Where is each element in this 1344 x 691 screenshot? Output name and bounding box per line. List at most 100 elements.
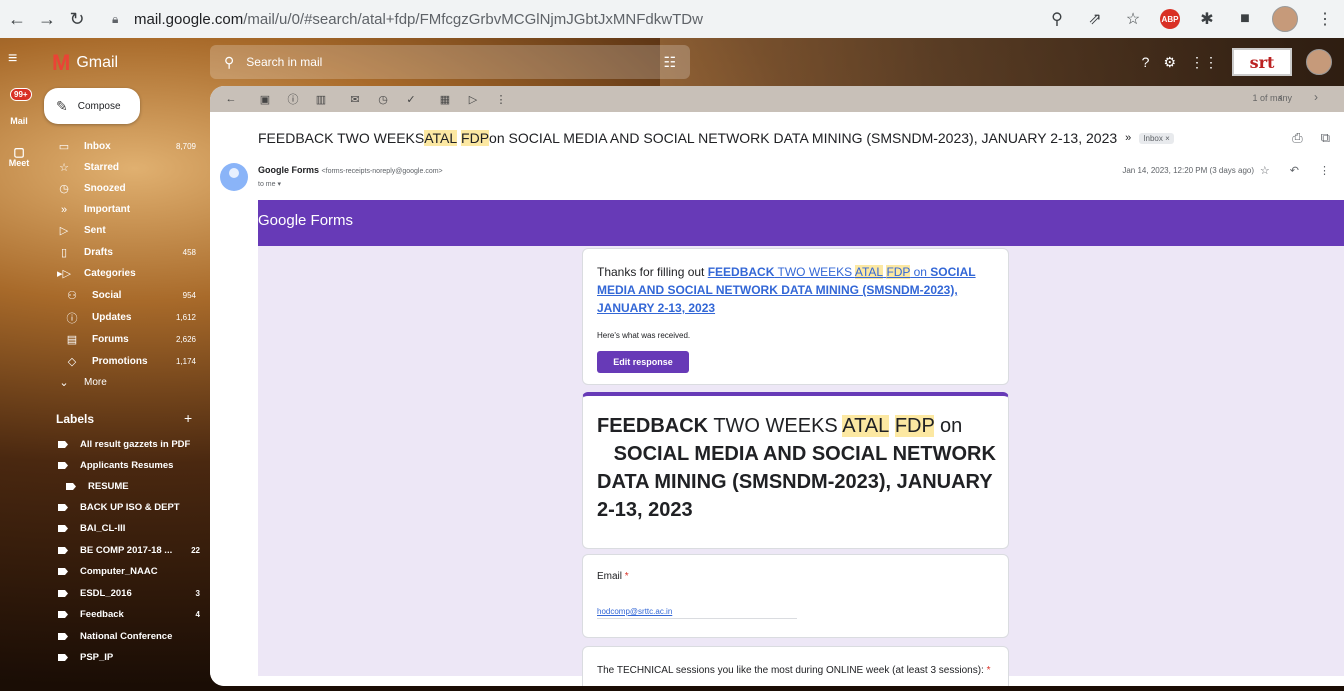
adblock-icon[interactable]: ABP (1160, 9, 1180, 29)
forward-icon[interactable]: → (34, 6, 60, 32)
print-icon[interactable]: ⎙ (1292, 130, 1302, 146)
rail-mail[interactable]: Mail (0, 116, 38, 126)
thanks-text: Thanks for filling out FEEDBACK TWO WEEK… (597, 263, 997, 317)
email-question-card: Email * hodcomp@srttc.ac.in (582, 554, 1009, 638)
add-label-icon[interactable]: + (184, 410, 192, 426)
zoom-icon[interactable]: ⚲ (1046, 8, 1068, 30)
sidebar-item-snoozed[interactable]: ◷ Snoozed (44, 178, 200, 199)
star-message-icon[interactable]: ☆ (1260, 164, 1270, 177)
sidebar-item-drafts[interactable]: ▯ Drafts 458 (44, 242, 200, 263)
meet-icon[interactable]: ▢ (0, 145, 38, 159)
add-task-icon[interactable]: ✓ (404, 93, 418, 106)
sidebar-item-promotions[interactable]: ◇ Promotions 1,174 (44, 351, 200, 372)
sidebar-item-count: 1,174 (175, 357, 196, 366)
sidebar-item-label: Snoozed (84, 183, 126, 194)
back-to-list-icon[interactable]: ← (224, 93, 238, 105)
label-item-count: 4 (195, 610, 200, 619)
google-forms-logo: Google Forms (258, 212, 354, 229)
required-mark: * (986, 665, 991, 676)
search-options-icon[interactable]: ☷ (663, 54, 676, 71)
people-icon: ⚇ (67, 290, 77, 302)
label-item[interactable]: All result gazzets in PDF (44, 434, 204, 455)
sidebar-item-inbox[interactable]: ▭ Inbox 8,709 (44, 136, 200, 157)
edit-response-button[interactable]: Edit response (597, 351, 689, 373)
delete-icon[interactable]: ▥ (314, 93, 328, 106)
main-menu-icon[interactable]: ≡ (8, 50, 17, 68)
email-subject: FEEDBACK TWO WEEKS ATAL FDP on SOCIAL ME… (258, 130, 1174, 146)
apps-grid-icon[interactable]: ⋮⋮ (1190, 54, 1218, 71)
org-logo[interactable]: srt (1232, 48, 1292, 76)
back-icon[interactable]: ← (4, 6, 30, 32)
sidebar-item-label: Inbox (84, 141, 111, 152)
menu-kebab-icon[interactable]: ⋮ (1314, 8, 1336, 30)
search-icon[interactable]: ⚲ (224, 54, 234, 71)
sidebar-item-important[interactable]: » Important (44, 199, 200, 220)
label-item[interactable]: Feedback 4 (44, 604, 204, 625)
open-new-window-icon[interactable]: ⧉ (1321, 130, 1330, 146)
settings-gear-icon[interactable]: ⚙ (1163, 54, 1176, 71)
sidebar-item-more[interactable]: ⌄ More (44, 372, 200, 393)
email-answer[interactable]: hodcomp@srttc.ac.in (597, 607, 797, 619)
label-item[interactable]: BE COMP 2017-18 ... 22 (44, 540, 204, 561)
mark-unread-icon[interactable]: ✉ (348, 93, 362, 106)
label-item-text: Feedback (80, 609, 124, 620)
important-marker-icon[interactable]: » (1125, 132, 1131, 144)
profile-avatar[interactable] (1272, 6, 1298, 32)
rail-meet[interactable]: Meet (0, 158, 38, 168)
sidebar-item-forums[interactable]: ▤ Forums 2,626 (44, 329, 200, 350)
label-item[interactable]: BAI_CL-III (44, 518, 204, 539)
label-tag-icon (58, 568, 68, 575)
message-panel: ← ▣ ⓘ ▥ ✉ ◷ ✓ ▦ ▷ ⋮ 1 of many ‹ › FEEDBA… (210, 86, 1344, 686)
form-link-part: TWO WEEKS (774, 265, 855, 279)
info-icon: ⓘ (66, 312, 78, 325)
sidebar-item-sent[interactable]: ▷ Sent (44, 220, 200, 241)
reply-icon[interactable]: ↶ (1290, 164, 1299, 177)
inbox-label-chip[interactable]: Inbox × (1139, 132, 1174, 144)
search-input[interactable]: ⚲ Search in mail ☷ (210, 45, 690, 79)
form-title: FEEDBACK TWO WEEKS ATAL FDP on SOCIAL ME… (597, 412, 997, 524)
pager-arrows-icon[interactable]: ‹ › (1279, 90, 1332, 104)
sidebar-item-starred[interactable]: ☆ Starred (44, 157, 200, 178)
sidepanel-icon[interactable]: ■ (1234, 8, 1256, 30)
sidebar-item-updates[interactable]: ⓘ Updates 1,612 (44, 307, 200, 328)
label-item-text: Applicants Resumes (80, 460, 174, 471)
label-item[interactable]: Computer_NAAC (44, 561, 204, 582)
sidebar-item-categories[interactable]: ▸▷ Categories (44, 263, 200, 284)
label-item[interactable]: National Conference (44, 626, 204, 647)
form-title-part: SOCIAL MEDIA AND SOCIAL NETWORK DATA MIN… (597, 443, 996, 521)
message-view: FEEDBACK TWO WEEKS ATAL FDP on SOCIAL ME… (210, 112, 1344, 686)
snooze-icon[interactable]: ◷ (376, 93, 390, 106)
sender-name[interactable]: Google Forms (258, 165, 319, 175)
more-actions-icon[interactable]: ⋮ (494, 93, 508, 106)
form-link-highlight: ATAL (854, 265, 884, 279)
labels-icon[interactable]: ▷ (466, 93, 480, 106)
label-item[interactable]: Applicants Resumes (44, 455, 204, 476)
reload-icon[interactable]: ↻ (64, 6, 90, 32)
compose-button[interactable]: ✎ Compose (44, 88, 140, 124)
sidebar-item-label: Forums (92, 334, 129, 345)
label-item[interactable]: BACK UP ISO & DEPT (44, 497, 204, 518)
report-spam-icon[interactable]: ⓘ (286, 91, 300, 107)
extensions-icon[interactable]: ✱ (1196, 8, 1218, 30)
label-item[interactable]: ESDL_2016 3 (44, 583, 204, 604)
sidebar-item-label: Updates (92, 312, 132, 323)
label-item[interactable]: PSP_IP (44, 647, 204, 668)
label-item-text: ESDL_2016 (80, 588, 132, 599)
bookmark-star-icon[interactable]: ☆ (1122, 8, 1144, 30)
star-icon: ☆ (59, 162, 69, 174)
sidebar-item-social[interactable]: ⚇ Social 954 (44, 285, 200, 306)
recipient-dropdown[interactable]: to me ▾ (258, 180, 281, 188)
help-icon[interactable]: ? (1142, 54, 1150, 70)
archive-icon[interactable]: ▣ (258, 93, 272, 106)
sidebar-item-label: Important (84, 204, 131, 215)
share-icon[interactable]: ⇗ (1084, 8, 1106, 30)
move-to-icon[interactable]: ▦ (438, 93, 452, 106)
chevron-down-icon: ⌄ (59, 377, 69, 389)
label-tag-icon (58, 654, 68, 661)
subject-text: FEEDBACK TWO WEEKS (258, 130, 425, 146)
gmail-logo[interactable]: M Gmail (52, 50, 118, 76)
account-avatar[interactable] (1306, 49, 1332, 75)
label-tag-icon (58, 633, 68, 640)
more-vert-icon[interactable]: ⋮ (1319, 164, 1330, 177)
label-item[interactable]: RESUME (44, 476, 212, 497)
